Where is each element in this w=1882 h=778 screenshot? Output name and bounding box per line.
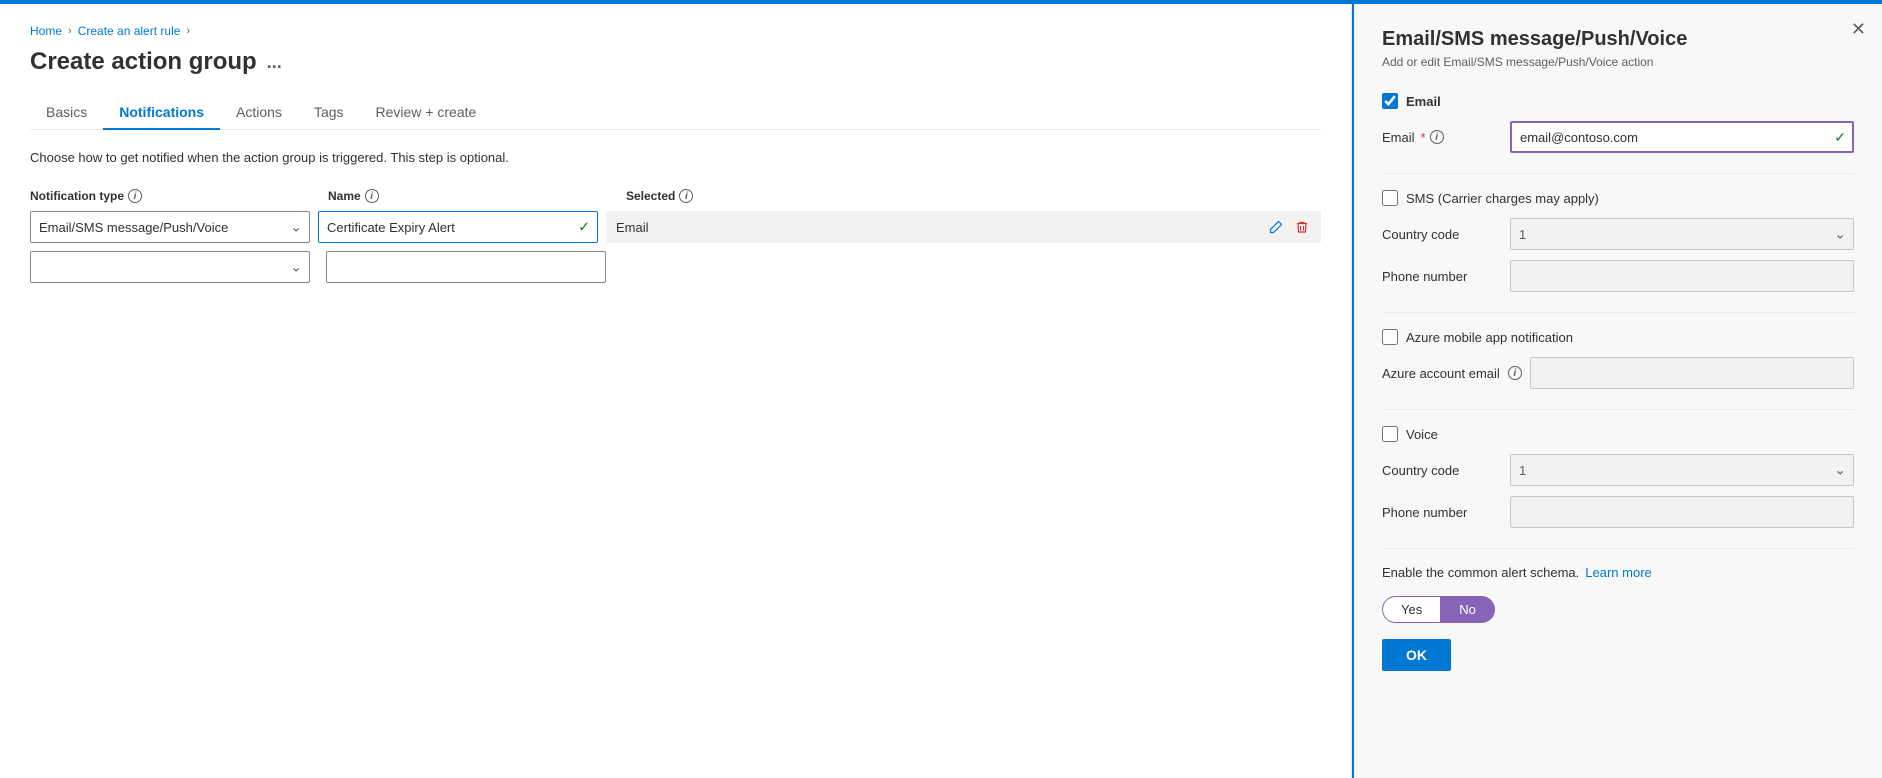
divider-1 — [1382, 173, 1854, 174]
selected-value: Email — [616, 220, 649, 235]
sms-checkbox-row: SMS (Carrier charges may apply) — [1382, 190, 1854, 206]
azure-mobile-checkbox[interactable] — [1382, 329, 1398, 345]
sms-country-select[interactable]: 1 — [1510, 218, 1854, 250]
email-checkbox-row: Email — [1382, 93, 1854, 109]
sms-phone-input[interactable] — [1510, 260, 1854, 292]
tab-basics[interactable]: Basics — [30, 96, 103, 130]
notification-type-select-wrapper: Email/SMS message/Push/Voice — [30, 211, 310, 243]
type-info-icon[interactable]: i — [128, 189, 142, 203]
voice-country-select-wrapper: 1 — [1510, 454, 1854, 486]
tabs-bar: Basics Notifications Actions Tags Review… — [30, 96, 1321, 130]
sms-country-row: Country code 1 — [1382, 218, 1854, 250]
email-input-wrapper: ✓ — [1510, 121, 1854, 153]
col-header-type: Notification type i — [30, 189, 320, 203]
voice-phone-row: Phone number — [1382, 496, 1854, 528]
toggle-no-btn[interactable]: No — [1440, 596, 1495, 623]
azure-account-email-label: Azure account email i — [1382, 366, 1522, 381]
email-field-info-icon[interactable]: i — [1430, 130, 1444, 144]
ok-button[interactable]: OK — [1382, 639, 1451, 671]
voice-country-select[interactable]: 1 — [1510, 454, 1854, 486]
email-check-icon: ✓ — [1834, 129, 1846, 146]
col-header-selected: Selected i — [626, 189, 1321, 203]
voice-phone-input[interactable] — [1510, 496, 1854, 528]
page-title-row: Create action group ... — [30, 48, 1321, 76]
table-row: Email/SMS message/Push/Voice ✓ Email — [30, 211, 1321, 243]
email-required-star: * — [1421, 130, 1426, 145]
voice-phone-label: Phone number — [1382, 505, 1502, 520]
learn-more-link[interactable]: Learn more — [1585, 565, 1651, 580]
alert-schema-row: Enable the common alert schema. Learn mo… — [1382, 565, 1854, 580]
panel-subtitle: Add or edit Email/SMS message/Push/Voice… — [1382, 55, 1854, 69]
voice-country-label: Country code — [1382, 463, 1502, 478]
divider-3 — [1382, 409, 1854, 410]
breadcrumb-sep2: › — [186, 25, 190, 37]
azure-mobile-label: Azure mobile app notification — [1406, 330, 1573, 345]
notification-table: Notification type i Name i Selected i Em… — [30, 189, 1321, 283]
empty-type-select-wrapper — [30, 251, 310, 283]
table-row-empty — [30, 251, 1321, 283]
email-field-row: Email * i ✓ — [1382, 121, 1854, 153]
selected-cell-actions — [1267, 218, 1311, 236]
voice-label: Voice — [1406, 427, 1438, 442]
notification-name-input[interactable] — [318, 211, 598, 243]
right-panel: ✕ Email/SMS message/Push/Voice Add or ed… — [1352, 4, 1882, 778]
sms-section: SMS (Carrier charges may apply) Country … — [1382, 190, 1854, 292]
voice-checkbox[interactable] — [1382, 426, 1398, 442]
name-info-icon[interactable]: i — [365, 189, 379, 203]
sms-country-label: Country code — [1382, 227, 1502, 242]
empty-name-wrapper — [318, 251, 606, 283]
breadcrumb-create-alert[interactable]: Create an alert rule — [78, 24, 181, 38]
voice-checkbox-row: Voice — [1382, 426, 1854, 442]
divider-4 — [1382, 548, 1854, 549]
tab-tags[interactable]: Tags — [298, 96, 360, 130]
voice-section: Voice Country code 1 Phone number — [1382, 426, 1854, 528]
azure-mobile-section: Azure mobile app notification Azure acco… — [1382, 329, 1854, 389]
tab-review-create[interactable]: Review + create — [360, 96, 493, 130]
breadcrumb-sep1: › — [68, 25, 72, 37]
name-check-icon: ✓ — [578, 219, 590, 236]
email-field-label: Email * i — [1382, 130, 1502, 145]
email-checkbox[interactable] — [1382, 93, 1398, 109]
sms-label: SMS (Carrier charges may apply) — [1406, 191, 1599, 206]
azure-account-email-row: Azure account email i — [1382, 357, 1854, 389]
email-section: Email Email * i ✓ — [1382, 93, 1854, 153]
page-title-more-btn[interactable]: ... — [267, 52, 282, 73]
toggle-yes-btn[interactable]: Yes — [1382, 596, 1440, 623]
delete-notification-btn[interactable] — [1293, 218, 1311, 236]
sms-checkbox[interactable] — [1382, 190, 1398, 206]
alert-schema-text: Enable the common alert schema. — [1382, 565, 1579, 580]
notification-type-select[interactable]: Email/SMS message/Push/Voice — [30, 211, 310, 243]
edit-notification-btn[interactable] — [1267, 218, 1285, 236]
col-header-name: Name i — [328, 189, 618, 203]
sms-phone-row: Phone number — [1382, 260, 1854, 292]
email-input[interactable] — [1510, 121, 1854, 153]
azure-account-email-input[interactable] — [1530, 357, 1854, 389]
tab-actions[interactable]: Actions — [220, 96, 298, 130]
close-panel-btn[interactable]: ✕ — [1851, 20, 1866, 38]
divider-2 — [1382, 312, 1854, 313]
page-title: Create action group — [30, 48, 257, 76]
empty-name-input[interactable] — [326, 251, 606, 283]
azure-email-info-icon[interactable]: i — [1508, 366, 1522, 380]
breadcrumb: Home › Create an alert rule › — [30, 24, 1321, 38]
breadcrumb-home[interactable]: Home — [30, 24, 62, 38]
alert-schema-toggle: Yes No — [1382, 596, 1854, 623]
tab-notifications[interactable]: Notifications — [103, 96, 220, 130]
notification-table-header: Notification type i Name i Selected i — [30, 189, 1321, 203]
sms-country-select-wrapper: 1 — [1510, 218, 1854, 250]
selected-cell: Email — [606, 211, 1321, 243]
selected-info-icon[interactable]: i — [679, 189, 693, 203]
sms-phone-label: Phone number — [1382, 269, 1502, 284]
email-label: Email — [1406, 94, 1441, 109]
azure-mobile-checkbox-row: Azure mobile app notification — [1382, 329, 1854, 345]
panel-title: Email/SMS message/Push/Voice — [1382, 28, 1854, 51]
notification-name-input-wrapper: ✓ — [318, 211, 598, 243]
description-text: Choose how to get notified when the acti… — [30, 150, 1321, 165]
voice-country-row: Country code 1 — [1382, 454, 1854, 486]
left-panel: Home › Create an alert rule › Create act… — [0, 4, 1352, 778]
empty-type-select[interactable] — [30, 251, 310, 283]
